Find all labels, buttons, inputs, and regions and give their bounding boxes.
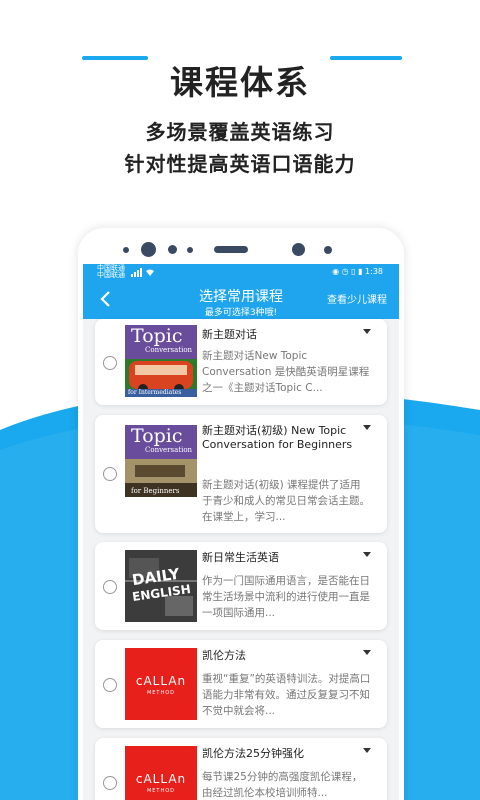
course-radio[interactable] bbox=[103, 580, 117, 594]
clock: 1:38 bbox=[365, 267, 383, 276]
course-title: 新主题对话 bbox=[202, 328, 257, 341]
course-description: 重视“重复”的英语特训法。对提高口语能力非常有效。通过反复复习不知不觉中就会将.… bbox=[202, 673, 371, 717]
chevron-down-icon[interactable] bbox=[363, 329, 371, 334]
thumb-title: Topic bbox=[131, 425, 183, 447]
front-camera-2 bbox=[292, 243, 305, 256]
thumb-subtitle: METHOD bbox=[146, 690, 176, 696]
chevron-down-icon[interactable] bbox=[363, 748, 371, 753]
chevron-down-icon[interactable] bbox=[363, 425, 371, 430]
thumb-subtitle: Conversation bbox=[145, 346, 193, 354]
course-description: 新主题对话New Topic Conversation 是快酷英语明星课程之一《… bbox=[202, 350, 370, 394]
thumb-title: cALLAn bbox=[135, 674, 187, 688]
course-thumbnail: Topic Conversation for Beginners bbox=[125, 425, 197, 497]
course-card[interactable]: cALLAn METHOD 凯伦方法 重视“重复”的英语特训法。对提高口语能力非… bbox=[95, 640, 387, 728]
course-radio[interactable] bbox=[103, 776, 117, 790]
course-radio[interactable] bbox=[103, 678, 117, 692]
view-kids-courses-link[interactable]: 查看少儿课程 bbox=[327, 291, 387, 306]
course-card[interactable]: cALLAn METHOD 凯伦方法25分钟强化 每节课25分钟的高强度凯伦课程… bbox=[95, 738, 387, 800]
sensor-dot bbox=[324, 246, 332, 254]
page-subtitle: 最多可选择3种哦! bbox=[204, 308, 278, 318]
thumb-subtitle: Conversation bbox=[145, 446, 193, 454]
thumb-level: for Beginners bbox=[131, 487, 180, 495]
course-thumbnail: DAILY ENGLISH bbox=[125, 550, 197, 622]
course-title: 新主题对话(初级) New Topic Conversation for Beg… bbox=[202, 424, 353, 451]
course-title: 凯伦方法 bbox=[202, 649, 246, 662]
course-card[interactable]: DAILY ENGLISH 新日常生活英语 作为一门国际通用语言，是否能在日常生… bbox=[95, 542, 387, 630]
thumb-title: cALLAn bbox=[135, 772, 187, 786]
sensor-dot bbox=[187, 247, 193, 253]
promo-headline: 课程体系 bbox=[170, 63, 310, 102]
phone-mockup: 中国联通 中国联通 ◉ ◷ ▯ ▮ 1:38 选择常用课程 最多可选择3种哦! … bbox=[78, 228, 404, 800]
course-title: 凯伦方法25分钟强化 bbox=[202, 747, 304, 760]
sensor-dot bbox=[123, 247, 129, 253]
sensor-dot bbox=[168, 245, 177, 254]
chevron-down-icon[interactable] bbox=[363, 552, 371, 557]
course-description: 每节课25分钟的高强度凯伦课程，由经过凯伦本校培训师特... bbox=[202, 771, 363, 799]
earpiece-speaker bbox=[214, 246, 248, 253]
course-title: 新日常生活英语 bbox=[202, 551, 279, 564]
course-description: 新主题对话(初级) 课程提供了适用于青少和成人的常见日常会话主题。在课堂上，学习… bbox=[202, 479, 370, 523]
status-icons: ◉ ◷ ▯ ▮ bbox=[332, 267, 366, 276]
front-camera bbox=[141, 242, 156, 257]
promo-line-2: 针对性提高英语口语能力 bbox=[124, 152, 356, 176]
course-thumbnail: cALLAn METHOD bbox=[125, 746, 197, 800]
thumb-subtitle: METHOD bbox=[146, 788, 176, 794]
course-card[interactable]: Topic Conversation for Intermediates 新主题… bbox=[95, 319, 387, 405]
course-radio[interactable] bbox=[103, 356, 117, 370]
course-thumbnail: Topic Conversation for Intermediates bbox=[125, 325, 197, 397]
carrier-label-2: 中国联通 bbox=[97, 271, 125, 279]
thumb-title: Topic bbox=[131, 325, 183, 347]
course-description: 作为一门国际通用语言，是否能在日常生活场景中流利的进行使用一直是一项国际通用..… bbox=[202, 575, 370, 619]
chevron-down-icon[interactable] bbox=[363, 650, 371, 655]
course-card[interactable]: Topic Conversation for Beginners 新主题对话(初… bbox=[95, 415, 387, 533]
carrier-info: 中国联通 中国联通 bbox=[97, 265, 125, 279]
phone-top-bezel bbox=[78, 228, 404, 264]
status-right: ◉ ◷ ▯ ▮ 1:38 bbox=[332, 267, 383, 276]
nav-bar: 选择常用课程 最多可选择3种哦! 查看少儿课程 bbox=[83, 281, 399, 319]
signal-wifi-icon bbox=[131, 268, 154, 277]
status-bar: 中国联通 中国联通 ◉ ◷ ▯ ▮ 1:38 bbox=[83, 264, 399, 281]
course-radio[interactable] bbox=[103, 467, 117, 481]
promo-line-1: 多场景覆盖英语练习 bbox=[145, 120, 335, 144]
thumb-level: for Intermediates bbox=[128, 389, 182, 396]
app-screen: 中国联通 中国联通 ◉ ◷ ▯ ▮ 1:38 选择常用课程 最多可选择3种哦! … bbox=[83, 264, 399, 800]
course-thumbnail: cALLAn METHOD bbox=[125, 648, 197, 720]
